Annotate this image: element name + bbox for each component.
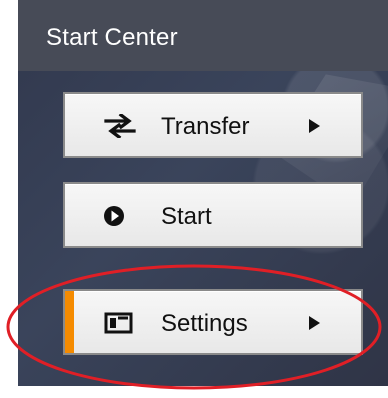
settings-button[interactable]: Settings — [63, 289, 363, 355]
start-center-screen: Start Center Transfer Start Settings — [0, 0, 388, 398]
panel-header: Start Center — [18, 0, 388, 71]
transfer-label: Transfer — [161, 113, 250, 140]
submenu-arrow-icon — [309, 316, 320, 330]
selected-accent-strip — [65, 291, 74, 353]
submenu-arrow-icon — [309, 119, 320, 133]
panel-title: Start Center — [46, 24, 178, 51]
transfer-button[interactable]: Transfer — [63, 92, 363, 158]
transfer-arrows-icon — [104, 114, 136, 138]
start-center-panel: Start Center Transfer Start Settings — [18, 0, 388, 386]
start-label: Start — [161, 203, 212, 230]
settings-label: Settings — [161, 310, 248, 337]
play-circle-icon — [104, 206, 124, 226]
start-button[interactable]: Start — [63, 182, 363, 248]
settings-window-icon — [104, 312, 133, 334]
